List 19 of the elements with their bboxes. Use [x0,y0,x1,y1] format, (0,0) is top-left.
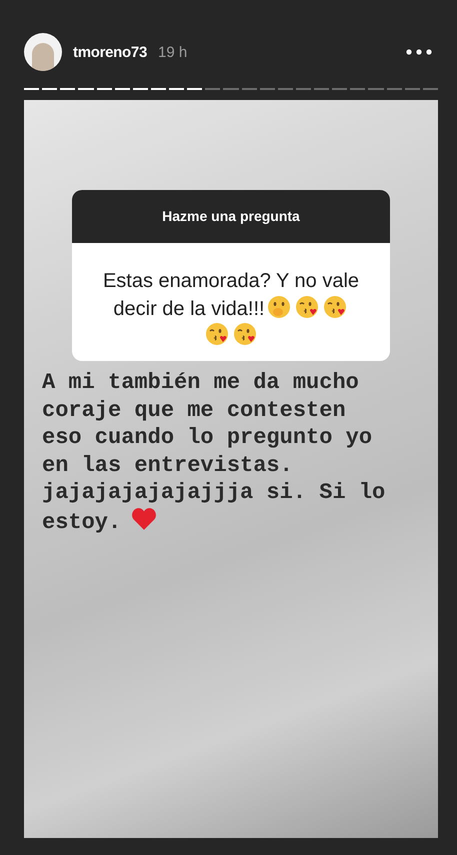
username[interactable]: tmoreno73 [73,44,147,60]
question-text: decir de la vida!!! [113,298,265,320]
kiss-face-icon [294,295,319,319]
answer-text: A mi también me da mucho [42,370,359,395]
question-text: Estas enamorada? Y no vale [102,270,360,292]
question-card-title: Hazme una pregunta [72,190,390,243]
kiss-face-icon [205,322,229,346]
post-time: 19 h [158,44,188,60]
answer-text: jajajajajajajjja si. Si lo [42,480,386,505]
more-options-icon[interactable] [406,49,432,55]
answer-text: eso cuando lo pregunto yo [42,425,372,450]
kiss-face-icon [322,295,347,319]
answer-text: estoy. [42,510,122,534]
heart-icon [131,506,158,530]
avatar[interactable] [24,33,62,71]
kiss-face-icon [233,322,257,346]
face-hand-mouth-icon [266,295,291,319]
answer-text: coraje que me contesten [42,398,346,422]
answer-text: en las entrevistas. [42,452,293,478]
